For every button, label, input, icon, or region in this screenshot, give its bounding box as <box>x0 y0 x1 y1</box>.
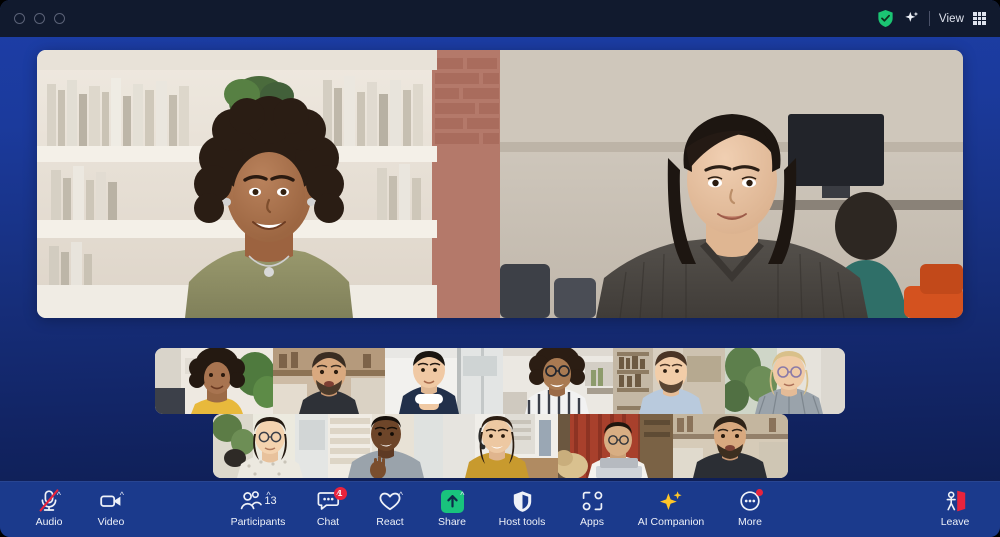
chevron-up-icon[interactable]: ^ <box>57 491 61 500</box>
list-item[interactable] <box>155 348 273 414</box>
chat-icon-wrap: 1 ^ <box>317 487 347 513</box>
participant-filmstrip <box>0 348 1000 478</box>
list-item[interactable] <box>273 348 385 414</box>
list-item[interactable] <box>385 348 503 414</box>
people-icon <box>241 491 263 510</box>
titlebar-right-controls: View <box>877 9 986 28</box>
grid-layout-icon[interactable] <box>973 12 986 25</box>
sparkles-icon <box>660 491 682 510</box>
list-item[interactable] <box>613 348 725 414</box>
filmstrip-row-2 <box>213 414 788 478</box>
more-button[interactable]: More <box>719 482 781 537</box>
toolbar-left-group: ^ Audio ^ Video <box>18 482 142 537</box>
view-label[interactable]: View <box>939 13 964 25</box>
window-title-bar: View <box>0 0 1000 37</box>
active-speaker-left[interactable] <box>37 50 500 318</box>
share-button[interactable]: ^ Share <box>421 482 483 537</box>
video-label: Video <box>97 516 125 528</box>
active-speaker-stage <box>37 50 963 318</box>
maximize-button[interactable] <box>54 13 65 24</box>
apps-icon <box>582 491 602 511</box>
chat-label: Chat <box>316 516 340 528</box>
toolbar-right-group: Leave <box>924 482 986 537</box>
host-tools-label: Host tools <box>498 516 546 528</box>
list-item[interactable] <box>673 414 788 478</box>
audio-icon-wrap: ^ <box>38 489 61 513</box>
active-speaker-right[interactable] <box>500 50 963 318</box>
ai-companion-label: AI Companion <box>637 516 705 528</box>
list-item[interactable] <box>725 348 845 414</box>
participants-icon-wrap: 13 ^ <box>239 489 277 513</box>
minimize-button[interactable] <box>34 13 45 24</box>
list-item[interactable] <box>503 348 613 414</box>
apps-label: Apps <box>580 516 604 528</box>
chevron-up-icon[interactable]: ^ <box>266 491 270 500</box>
react-button[interactable]: ^ React <box>359 482 421 537</box>
participants-label: Participants <box>230 516 286 528</box>
close-button[interactable] <box>14 13 25 24</box>
ai-companion-button[interactable]: AI Companion <box>623 482 719 537</box>
meeting-toolbar: ^ Audio ^ Video 13 ^ Participants 1 ^ Ch… <box>0 481 1000 537</box>
more-label: More <box>738 516 762 528</box>
titlebar-divider <box>928 11 930 26</box>
leave-button[interactable]: Leave <box>924 482 986 537</box>
apps-button[interactable]: Apps <box>561 482 623 537</box>
list-item[interactable] <box>443 414 558 478</box>
filmstrip-row-1 <box>155 348 845 414</box>
toolbar-center-group: 13 ^ Participants 1 ^ Chat ^ React ^ Sha… <box>219 482 781 537</box>
leave-label: Leave <box>940 516 970 528</box>
apps-icon-wrap <box>581 489 604 513</box>
more-notification-dot <box>756 489 763 496</box>
shield-icon <box>513 490 531 512</box>
chat-button[interactable]: 1 ^ Chat <box>297 482 359 537</box>
chevron-up-icon[interactable]: ^ <box>120 491 124 500</box>
zoom-meeting-window: View ^ Audio ^ Video 13 ^ Participants 1… <box>0 0 1000 537</box>
host-tools-icon-wrap <box>512 489 533 513</box>
share-label: Share <box>437 516 467 528</box>
host-tools-button[interactable]: Host tools <box>483 482 561 537</box>
list-item[interactable] <box>558 414 673 478</box>
react-icon-wrap: ^ <box>378 489 403 513</box>
react-label: React <box>376 516 404 528</box>
chevron-up-icon[interactable]: ^ <box>399 491 403 500</box>
audio-label: Audio <box>35 516 63 528</box>
audio-button[interactable]: ^ Audio <box>18 482 80 537</box>
window-controls <box>14 13 65 24</box>
list-item[interactable] <box>213 414 328 478</box>
leave-icon-wrap <box>943 489 967 513</box>
green-shield-check-icon[interactable] <box>877 9 894 28</box>
more-icon-wrap <box>739 489 763 513</box>
chevron-up-icon[interactable]: ^ <box>336 491 340 500</box>
share-icon-wrap: ^ <box>440 489 465 513</box>
video-button[interactable]: ^ Video <box>80 482 142 537</box>
participants-button[interactable]: 13 ^ Participants <box>219 482 297 537</box>
chevron-up-icon[interactable]: ^ <box>460 491 464 500</box>
list-item[interactable] <box>328 414 443 478</box>
ai-companion-icon-wrap <box>658 489 684 513</box>
video-icon-wrap: ^ <box>99 489 124 513</box>
leave-door-icon <box>946 490 966 512</box>
sparkle-icon[interactable] <box>903 10 920 27</box>
